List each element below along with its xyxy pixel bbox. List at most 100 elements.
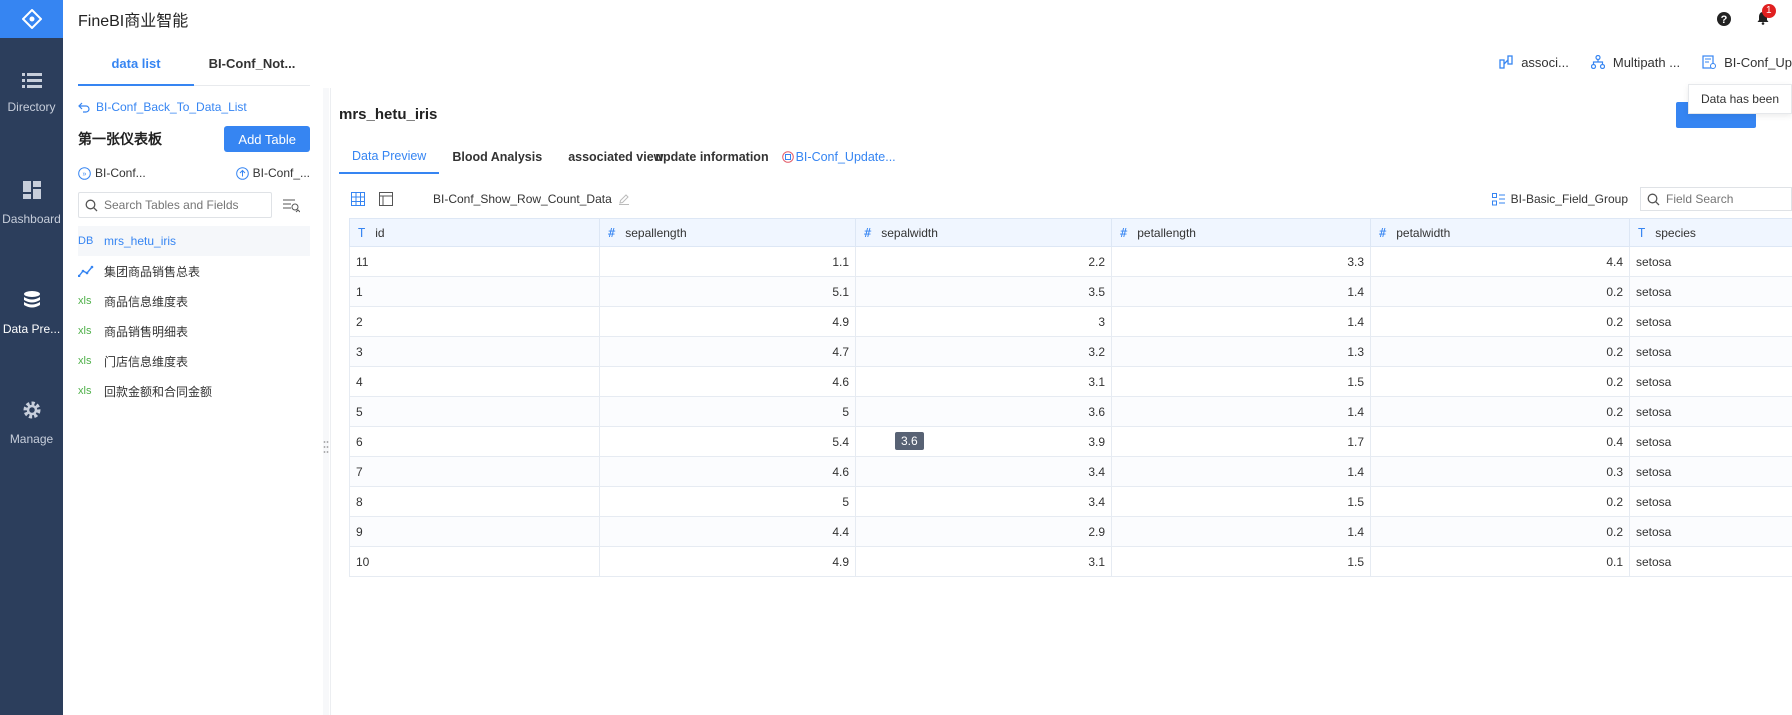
notification-button[interactable]: 1	[1756, 3, 1776, 28]
table-cell[interactable]: 0.3	[1370, 456, 1630, 487]
table-cell[interactable]: 3.1	[855, 366, 1112, 397]
column-header-id[interactable]: Tid	[349, 218, 600, 247]
table-cell[interactable]: 0.1	[1370, 546, 1630, 577]
add-table-button[interactable]: Add Table	[224, 126, 310, 152]
table-cell[interactable]: 2.2	[855, 246, 1112, 277]
tree-item-product-info[interactable]: xls 商品信息维度表	[78, 286, 310, 316]
table-cell[interactable]: setosa	[1629, 276, 1792, 307]
panel-splitter[interactable]	[323, 88, 329, 715]
table-cell[interactable]: 3.4	[855, 456, 1112, 487]
table-cell[interactable]: 3.3	[1111, 246, 1371, 277]
table-cell[interactable]: 3.6 3.9	[855, 426, 1112, 457]
table-cell[interactable]: 0.2	[1370, 366, 1630, 397]
table-cell[interactable]: 0.2	[1370, 486, 1630, 517]
table-cell[interactable]: 4.9	[599, 546, 856, 577]
field-group-button[interactable]: BI-Basic_Field_Group	[1491, 192, 1628, 206]
panel-action-2[interactable]: BI-Conf_...	[235, 166, 310, 180]
table-cell[interactable]: setosa	[1629, 546, 1792, 577]
table-cell[interactable]: setosa	[1629, 366, 1792, 397]
table-cell[interactable]: 8	[349, 486, 600, 517]
logo[interactable]	[0, 0, 63, 38]
table-cell[interactable]: 3.2	[855, 336, 1112, 367]
grid-view-icon[interactable]	[351, 192, 365, 206]
tree-item-payment-contract[interactable]: xls 回款金额和合同金额	[78, 376, 310, 406]
tab-multipath[interactable]: Multipath ...	[1590, 55, 1680, 70]
table-cell[interactable]: 1.4	[1111, 306, 1371, 337]
back-to-data-list-link[interactable]: BI-Conf_Back_To_Data_List	[78, 100, 310, 114]
tab-bi-conf-update[interactable]: BI-Conf_Update...	[781, 140, 909, 174]
table-cell[interactable]: 0.2	[1370, 276, 1630, 307]
table-cell[interactable]: setosa	[1629, 396, 1792, 427]
table-cell[interactable]: 3.1	[855, 546, 1112, 577]
table-cell[interactable]: 4.4	[599, 516, 856, 547]
table-cell[interactable]: 1.4	[1111, 456, 1371, 487]
field-search-input[interactable]	[1666, 192, 1786, 206]
table-cell[interactable]: 0.2	[1370, 306, 1630, 337]
column-header-sepallength[interactable]: # sepallength	[599, 218, 856, 247]
tab-data-preview[interactable]: Data Preview	[339, 140, 440, 174]
table-cell[interactable]: 3	[855, 306, 1112, 337]
table-cell[interactable]: 2	[349, 306, 600, 337]
column-header-sepalwidth[interactable]: # sepalwidth	[855, 218, 1112, 247]
table-cell[interactable]: 0.2	[1370, 336, 1630, 367]
table-cell[interactable]: 0.4	[1370, 426, 1630, 457]
tab-blood-analysis[interactable]: Blood Analysis	[439, 140, 555, 174]
table-cell[interactable]: 5.4	[599, 426, 856, 457]
table-cell[interactable]: 1.3	[1111, 336, 1371, 367]
table-cell[interactable]: 0.2	[1370, 396, 1630, 427]
table-cell[interactable]: 4.9	[599, 306, 856, 337]
layout-view-icon[interactable]	[379, 192, 393, 206]
table-cell[interactable]: 5	[349, 396, 600, 427]
field-search-box[interactable]	[1640, 187, 1792, 211]
nav-dashboard[interactable]: Dashboard	[0, 148, 63, 258]
table-cell[interactable]: 10	[349, 546, 600, 577]
tab-data-list[interactable]: data list	[78, 42, 194, 86]
nav-directory[interactable]: Directory	[0, 38, 63, 148]
row-count-toggle[interactable]: BI-Conf_Show_Row_Count_Data	[433, 192, 630, 206]
tab-bi-conf[interactable]: BI-Conf_Not...	[194, 42, 310, 86]
table-cell[interactable]: 1.5	[1111, 366, 1371, 397]
table-search-box[interactable]	[78, 192, 272, 218]
table-cell[interactable]: 1	[349, 276, 600, 307]
column-header-species[interactable]: Tspecies	[1629, 218, 1792, 247]
table-cell[interactable]: setosa	[1629, 456, 1792, 487]
table-cell[interactable]: 7	[349, 456, 600, 487]
table-cell[interactable]: setosa	[1629, 486, 1792, 517]
table-cell[interactable]: 3	[349, 336, 600, 367]
table-cell[interactable]: 4.7	[599, 336, 856, 367]
table-cell[interactable]: setosa	[1629, 246, 1792, 277]
table-cell[interactable]: 4	[349, 366, 600, 397]
table-cell[interactable]: 3.6	[855, 396, 1112, 427]
table-cell[interactable]: 4.6	[599, 366, 856, 397]
table-cell[interactable]: 1.4	[1111, 276, 1371, 307]
table-cell[interactable]: 11	[349, 246, 600, 277]
table-cell[interactable]: 1.5	[1111, 486, 1371, 517]
table-cell[interactable]: setosa	[1629, 306, 1792, 337]
table-cell[interactable]: 1.5	[1111, 546, 1371, 577]
tree-item-sales-detail[interactable]: xls 商品销售明细表	[78, 316, 310, 346]
table-cell[interactable]: setosa	[1629, 516, 1792, 547]
panel-action-1[interactable]: » BI-Conf...	[78, 166, 146, 180]
table-search-input[interactable]	[104, 198, 264, 212]
tree-item-store-info[interactable]: xls 门店信息维度表	[78, 346, 310, 376]
tab-associated-view[interactable]: associated view	[555, 140, 663, 174]
table-cell[interactable]: 4.6	[599, 456, 856, 487]
table-cell[interactable]: setosa	[1629, 426, 1792, 457]
table-cell[interactable]: 5.1	[599, 276, 856, 307]
table-cell[interactable]: 1.4	[1111, 396, 1371, 427]
nav-manage[interactable]: Manage	[0, 368, 63, 478]
column-header-petallength[interactable]: # petallength	[1111, 218, 1371, 247]
tree-item-mrs-hetu-iris[interactable]: DB mrs_hetu_iris	[78, 226, 310, 256]
table-cell[interactable]: 3.4	[855, 486, 1112, 517]
table-cell[interactable]: 3.5	[855, 276, 1112, 307]
table-cell[interactable]: 4.4	[1370, 246, 1630, 277]
table-cell[interactable]: 2.9	[855, 516, 1112, 547]
table-cell[interactable]: 5	[599, 486, 856, 517]
table-cell[interactable]: 9	[349, 516, 600, 547]
table-cell[interactable]: 1.4	[1111, 516, 1371, 547]
column-header-petalwidth[interactable]: # petalwidth	[1370, 218, 1630, 247]
help-icon[interactable]: ?	[1716, 11, 1732, 27]
table-cell[interactable]: 5	[599, 396, 856, 427]
table-cell[interactable]: 0.2	[1370, 516, 1630, 547]
filter-sort-icon[interactable]	[282, 197, 300, 213]
